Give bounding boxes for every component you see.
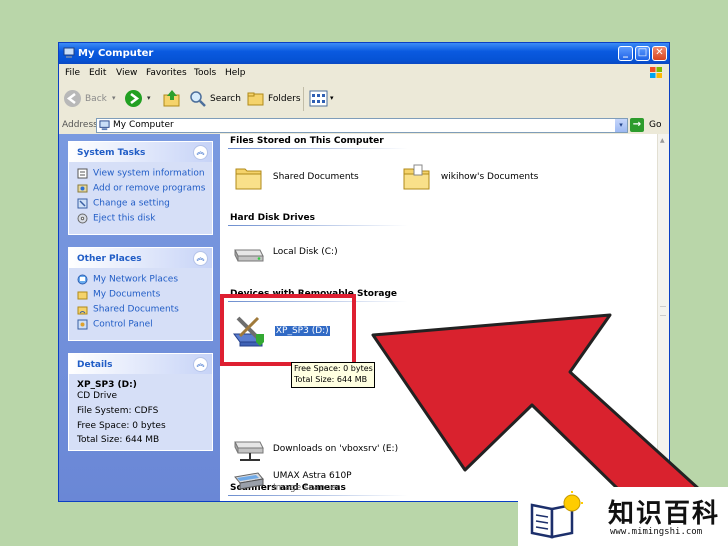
watermark-url: www.mimingshi.com <box>610 527 703 537</box>
book-lightbulb-logo <box>530 491 583 539</box>
watermark-badge: 知识百科 www.mimingshi.com <box>518 487 728 546</box>
pointer-arrow-overlay <box>371 313 702 532</box>
watermark-title: 知识百科 <box>608 499 721 529</box>
